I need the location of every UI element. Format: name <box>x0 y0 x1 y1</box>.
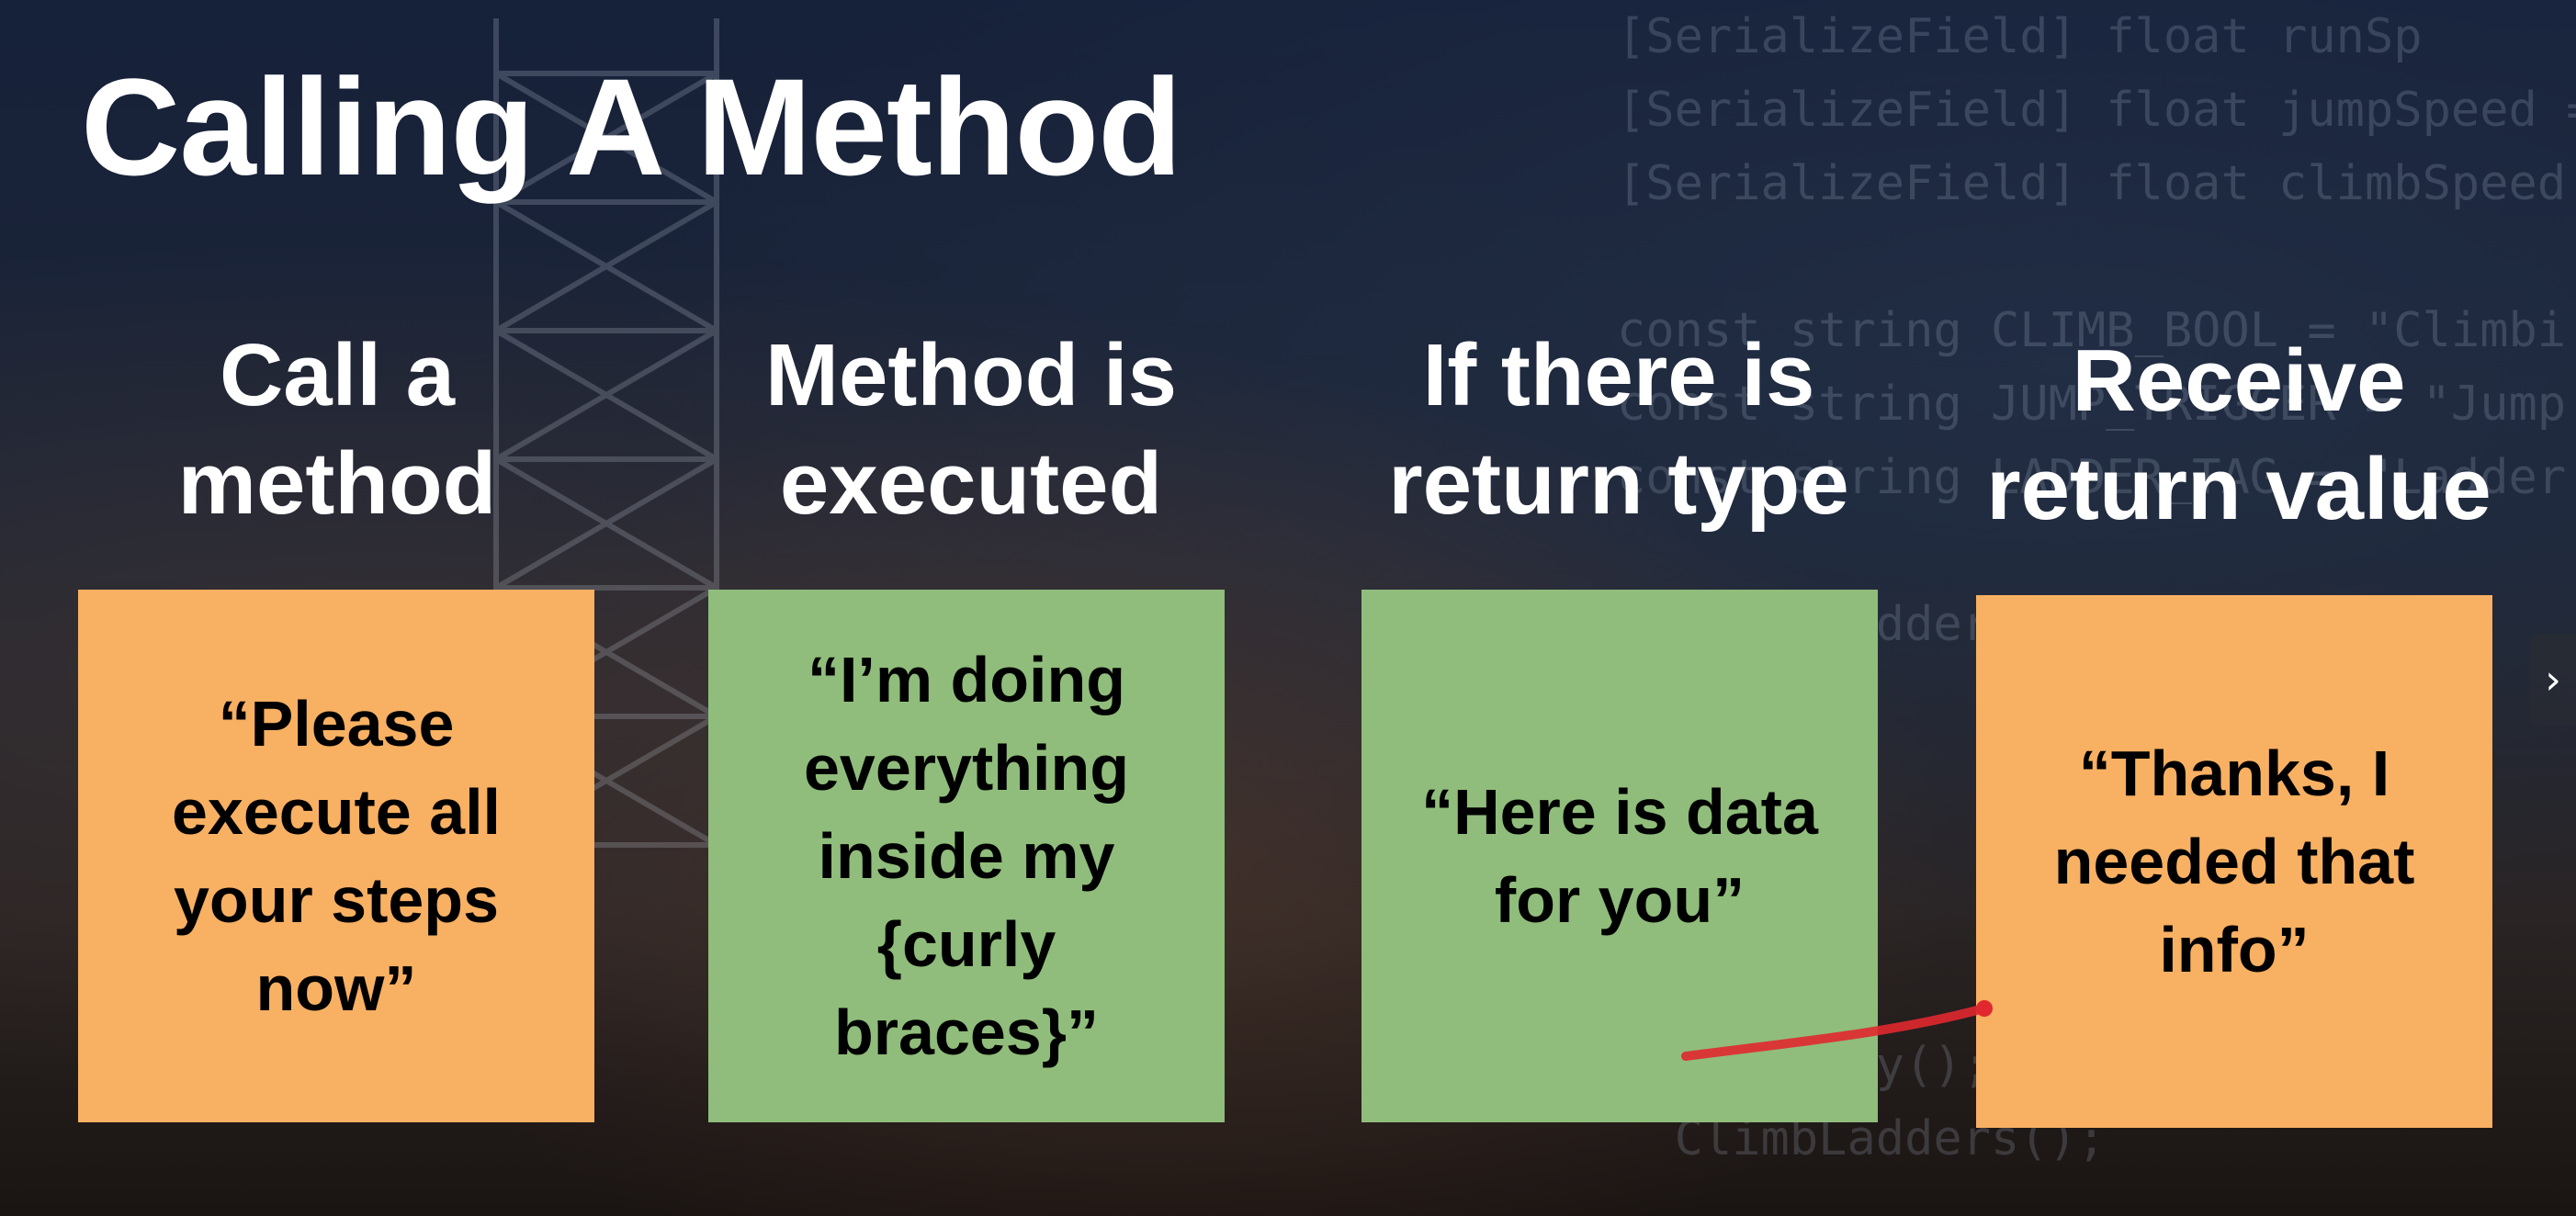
step-2-heading-line2: executed <box>779 434 1163 533</box>
step-3-heading: If there is return type <box>1343 321 1894 538</box>
step-2-heading: Method is executed <box>695 321 1247 538</box>
step-4-heading-line2: return value <box>1986 440 2491 538</box>
step-3-heading-line2: return type <box>1388 434 1849 533</box>
background-code-line: [SerializeField] float climbSpeed <box>1617 156 2567 211</box>
step-2-heading-line1: Method is <box>765 326 1177 424</box>
step-3-heading-line1: If there is <box>1422 326 1815 424</box>
step-1-heading: Call a method <box>62 321 613 538</box>
laser-pointer-stroke <box>1681 1000 1993 1061</box>
step-4-card-text: “Thanks, I needed that info” <box>2053 737 2415 985</box>
step-4-heading-line1: Receive <box>2072 332 2406 430</box>
background-code-line <box>1617 220 2576 294</box>
chevron-right-icon: › <box>2545 656 2561 704</box>
step-2-card: “I’m doing everything inside my {curly b… <box>708 590 1225 1122</box>
slide: [SerializeField] float runSp [SerializeFi… <box>0 0 2576 1216</box>
background-code-line: [SerializeField] float runSp <box>1617 9 2423 64</box>
step-1-heading-line2: method <box>177 434 497 533</box>
step-1-card-text: “Please execute all your steps now” <box>172 688 501 1024</box>
step-4-card: “Thanks, I needed that info” <box>1976 595 2492 1128</box>
step-3-card-text: “Here is data for you” <box>1421 776 1818 936</box>
next-slide-button[interactable]: › <box>2530 634 2576 726</box>
step-1-heading-line1: Call a <box>219 326 456 424</box>
step-1-card: “Please execute all your steps now” <box>78 590 594 1122</box>
step-4-heading: Receive return value <box>1963 327 2514 544</box>
background-code-line: [SerializeField] float jumpSpeed = <box>1617 83 2576 138</box>
slide-title: Calling A Method <box>81 50 1182 204</box>
step-2-card-text: “I’m doing everything inside my {curly b… <box>804 644 1129 1068</box>
